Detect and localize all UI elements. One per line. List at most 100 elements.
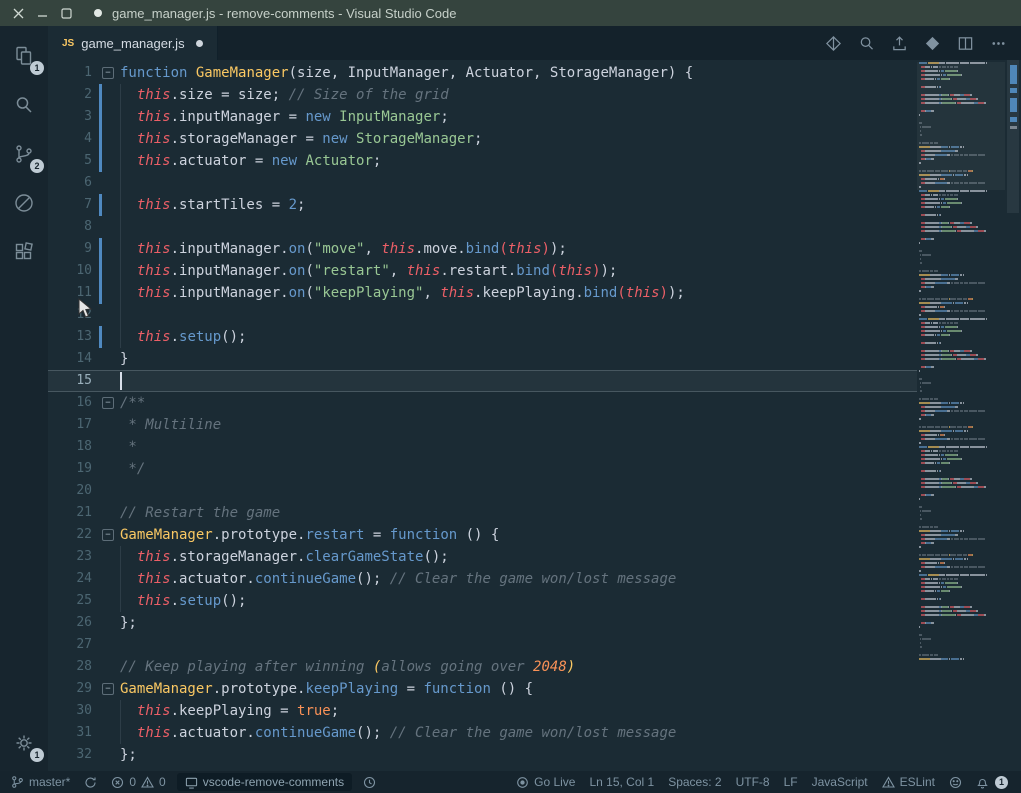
line-number[interactable]: 20	[48, 480, 92, 502]
code-line-13[interactable]: 13 this.setup();	[48, 326, 917, 348]
task-badge[interactable]: vscode-remove-comments	[176, 773, 353, 791]
code-line-28[interactable]: 28 // Keep playing after winning (allows …	[48, 656, 917, 678]
code-editor[interactable]: 1− function GameManager(size, InputManage…	[48, 60, 1021, 771]
git-branch-item[interactable]: master*	[4, 771, 77, 793]
notifications-item[interactable]: 1	[969, 771, 1015, 793]
line-number[interactable]: 27	[48, 634, 92, 656]
code-line-24[interactable]: 24 this.actuator.continueGame(); // Clea…	[48, 568, 917, 590]
code-line-12[interactable]: 12	[48, 304, 917, 326]
go-live-item[interactable]: Go Live	[509, 771, 582, 793]
code-line-22[interactable]: 22− GameManager.prototype.restart = funct…	[48, 524, 917, 546]
line-number[interactable]: 26	[48, 612, 92, 634]
code-line-29[interactable]: 29− GameManager.prototype.keepPlaying = f…	[48, 678, 917, 700]
eol-item[interactable]: LF	[777, 771, 805, 793]
line-number[interactable]: 10	[48, 260, 92, 282]
indentation-item[interactable]: Spaces: 2	[661, 771, 728, 793]
open-changes-icon[interactable]	[825, 35, 842, 52]
timer-item[interactable]	[356, 771, 383, 793]
line-number[interactable]: 7	[48, 194, 92, 216]
code-line-14[interactable]: 14}	[48, 348, 917, 370]
code-line-32[interactable]: 32};	[48, 744, 917, 766]
close-window-icon[interactable]	[10, 5, 26, 21]
more-actions-icon[interactable]	[990, 35, 1007, 52]
activity-circle-slash[interactable]	[10, 189, 38, 217]
sync-item[interactable]	[77, 771, 104, 793]
export-icon[interactable]	[891, 35, 908, 52]
search-editor-icon[interactable]	[858, 35, 875, 52]
line-number[interactable]: 13	[48, 326, 92, 348]
code-line-6[interactable]: 6	[48, 172, 917, 194]
code-line-3[interactable]: 3 this.inputManager = new InputManager;	[48, 106, 917, 128]
code-line-15[interactable]: 15	[48, 370, 917, 392]
fold-icon[interactable]: −	[102, 683, 114, 695]
line-number[interactable]: 24	[48, 568, 92, 590]
code-line-30[interactable]: 30 this.keepPlaying = true;	[48, 700, 917, 722]
activity-search[interactable]	[10, 91, 38, 119]
tab-modified-dot[interactable]	[195, 39, 203, 47]
feedback-item[interactable]	[942, 771, 969, 793]
code-line-9[interactable]: 9 this.inputManager.on("move", this.move…	[48, 238, 917, 260]
minimize-window-icon[interactable]	[34, 5, 50, 21]
code-line-23[interactable]: 23 this.storageManager.clearGameState();	[48, 546, 917, 568]
code-line-8[interactable]: 8	[48, 216, 917, 238]
line-number[interactable]: 6	[48, 172, 92, 194]
line-number[interactable]: 22	[48, 524, 92, 546]
line-number[interactable]: 4	[48, 128, 92, 150]
fold-icon[interactable]: −	[102, 397, 114, 409]
eslint-item[interactable]: ESLint	[875, 771, 942, 793]
fold-icon[interactable]: −	[102, 67, 114, 79]
code-line-17[interactable]: 17 * Multiline	[48, 414, 917, 436]
split-editor-icon[interactable]	[957, 35, 974, 52]
activity-manage[interactable]: 1	[10, 729, 44, 762]
code-line-1[interactable]: 1− function GameManager(size, InputManage…	[48, 62, 917, 84]
activity-extensions[interactable]	[10, 238, 38, 266]
code-line-16[interactable]: 16−/**	[48, 392, 917, 414]
line-number[interactable]: 9	[48, 238, 92, 260]
code-line-21[interactable]: 21 // Restart the game	[48, 502, 917, 524]
vertical-scrollbar[interactable]	[1005, 60, 1021, 771]
line-number[interactable]: 2	[48, 84, 92, 106]
line-number[interactable]: 21	[48, 502, 92, 524]
code-line-11[interactable]: 11 this.inputManager.on("keepPlaying", t…	[48, 282, 917, 304]
fold-icon[interactable]: −	[102, 529, 114, 541]
run-icon[interactable]	[924, 35, 941, 52]
line-number[interactable]: 14	[48, 348, 92, 370]
line-number[interactable]: 5	[48, 150, 92, 172]
line-number[interactable]: 25	[48, 590, 92, 612]
line-number[interactable]: 15	[48, 370, 92, 392]
line-number[interactable]: 32	[48, 744, 92, 766]
line-number[interactable]: 30	[48, 700, 92, 722]
line-number[interactable]: 1	[48, 62, 92, 84]
maximize-window-icon[interactable]	[58, 5, 74, 21]
code-line-27[interactable]: 27	[48, 634, 917, 656]
code-line-31[interactable]: 31 this.actuator.continueGame(); // Clea…	[48, 722, 917, 744]
tab-game-manager[interactable]: JS game_manager.js	[48, 26, 218, 60]
line-number[interactable]: 19	[48, 458, 92, 480]
code-line-19[interactable]: 19 */	[48, 458, 917, 480]
line-number[interactable]: 3	[48, 106, 92, 128]
activity-source-control[interactable]: 2	[10, 140, 44, 173]
line-number[interactable]: 23	[48, 546, 92, 568]
activity-explorer[interactable]: 1	[10, 42, 44, 75]
encoding-item[interactable]: UTF-8	[729, 771, 777, 793]
code-line-26[interactable]: 26};	[48, 612, 917, 634]
code-line-4[interactable]: 4 this.storageManager = new StorageManag…	[48, 128, 917, 150]
problems-item[interactable]: 0 0	[104, 771, 172, 793]
line-number[interactable]: 8	[48, 216, 92, 238]
code-line-2[interactable]: 2 this.size = size; // Size of the grid	[48, 84, 917, 106]
line-number[interactable]: 28	[48, 656, 92, 678]
code-line-7[interactable]: 7 this.startTiles = 2;	[48, 194, 917, 216]
line-number[interactable]: 31	[48, 722, 92, 744]
line-number[interactable]: 18	[48, 436, 92, 458]
code-line-10[interactable]: 10 this.inputManager.on("restart", this.…	[48, 260, 917, 282]
cursor-position-item[interactable]: Ln 15, Col 1	[582, 771, 661, 793]
minimap[interactable]	[917, 60, 1005, 771]
minimap-slider[interactable]	[917, 62, 1005, 190]
code-line-25[interactable]: 25 this.setup();	[48, 590, 917, 612]
code-line-18[interactable]: 18 *	[48, 436, 917, 458]
code-line-5[interactable]: 5 this.actuator = new Actuator;	[48, 150, 917, 172]
line-number[interactable]: 29	[48, 678, 92, 700]
line-number[interactable]: 16	[48, 392, 92, 414]
line-number[interactable]: 17	[48, 414, 92, 436]
code-line-20[interactable]: 20	[48, 480, 917, 502]
